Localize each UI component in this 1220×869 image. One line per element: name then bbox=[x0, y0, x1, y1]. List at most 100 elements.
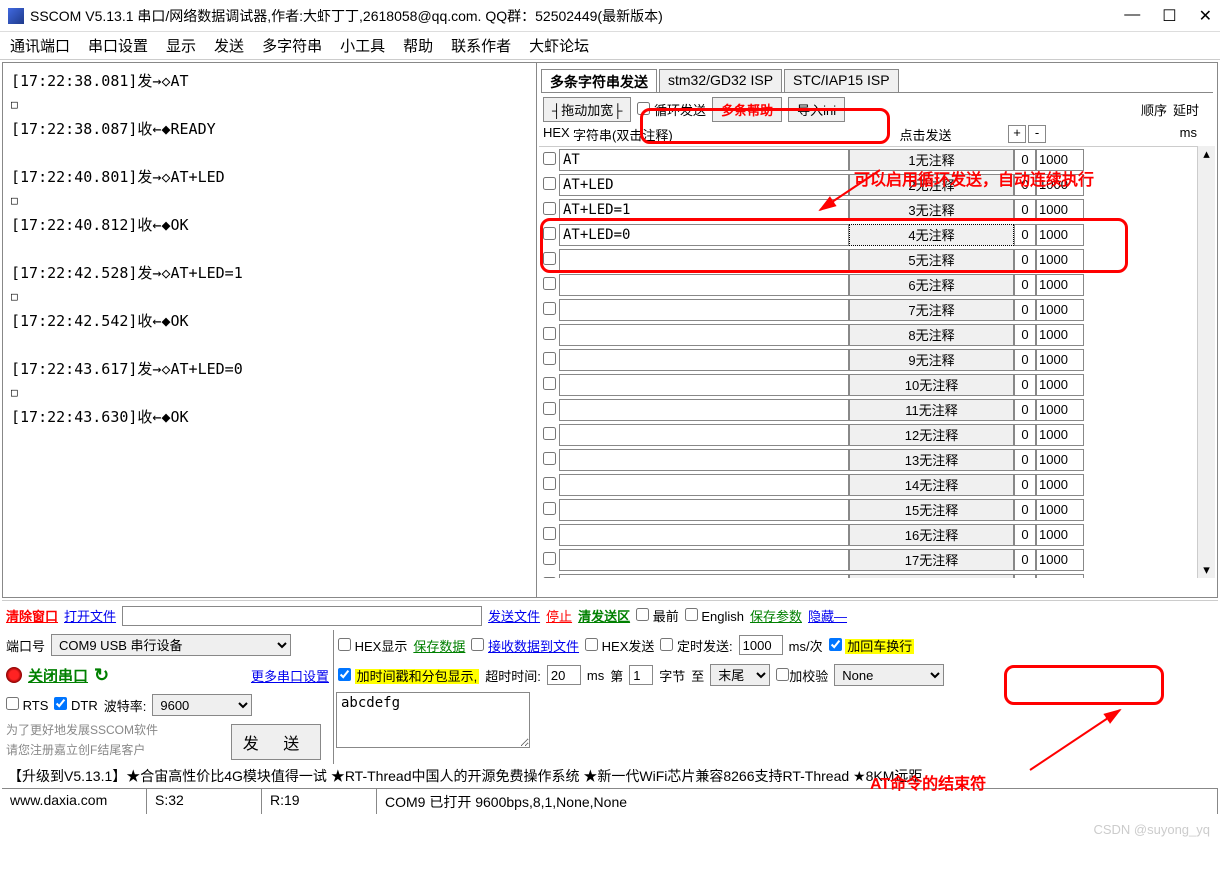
minimize-button[interactable]: — bbox=[1124, 6, 1140, 26]
menu-帮助[interactable]: 帮助 bbox=[403, 35, 433, 56]
row-delay-input[interactable] bbox=[1036, 324, 1084, 346]
row-hex-checkbox[interactable] bbox=[543, 577, 556, 579]
row-count-input[interactable] bbox=[1014, 474, 1036, 496]
send-button[interactable]: 发 送 bbox=[231, 724, 321, 760]
send-content-input[interactable]: abcdefg bbox=[336, 692, 530, 748]
row-hex-checkbox[interactable] bbox=[543, 302, 556, 315]
english-checkbox[interactable]: English bbox=[685, 608, 744, 624]
row-command-input[interactable] bbox=[559, 474, 849, 496]
end-select[interactable]: 末尾 bbox=[710, 664, 770, 686]
tab-2[interactable]: STC/IAP15 ISP bbox=[784, 69, 898, 92]
file-path-input[interactable] bbox=[122, 606, 482, 626]
row-send-button[interactable]: 1无注释 bbox=[849, 149, 1014, 171]
hex-send-checkbox[interactable]: HEX发送 bbox=[585, 636, 654, 655]
row-count-input[interactable] bbox=[1014, 199, 1036, 221]
row-delay-input[interactable] bbox=[1036, 399, 1084, 421]
row-command-input[interactable] bbox=[559, 149, 849, 171]
row-send-button[interactable]: 8无注释 bbox=[849, 324, 1014, 346]
row-command-input[interactable] bbox=[559, 299, 849, 321]
row-hex-checkbox[interactable] bbox=[543, 502, 556, 515]
row-count-input[interactable] bbox=[1014, 149, 1036, 171]
row-command-input[interactable] bbox=[559, 324, 849, 346]
row-count-input[interactable] bbox=[1014, 224, 1036, 246]
menu-大虾论坛[interactable]: 大虾论坛 bbox=[529, 35, 589, 56]
timeout-input[interactable] bbox=[547, 665, 581, 685]
row-delay-input[interactable] bbox=[1036, 574, 1084, 579]
row-delay-input[interactable] bbox=[1036, 274, 1084, 296]
row-count-input[interactable] bbox=[1014, 524, 1036, 546]
topmost-checkbox[interactable]: 最前 bbox=[636, 606, 679, 625]
row-hex-checkbox[interactable] bbox=[543, 202, 556, 215]
menu-多字符串[interactable]: 多字符串 bbox=[262, 35, 322, 56]
row-hex-checkbox[interactable] bbox=[543, 327, 556, 340]
menu-显示[interactable]: 显示 bbox=[166, 35, 196, 56]
row-command-input[interactable] bbox=[559, 424, 849, 446]
row-count-input[interactable] bbox=[1014, 349, 1036, 371]
row-send-button[interactable]: 10无注释 bbox=[849, 374, 1014, 396]
row-delay-input[interactable] bbox=[1036, 424, 1084, 446]
row-command-input[interactable] bbox=[559, 449, 849, 471]
row-hex-checkbox[interactable] bbox=[543, 427, 556, 440]
row-send-button[interactable]: 18无注释 bbox=[849, 574, 1014, 579]
clear-window-button[interactable]: 清除窗口 bbox=[6, 606, 58, 625]
row-delay-input[interactable] bbox=[1036, 149, 1084, 171]
row-count-input[interactable] bbox=[1014, 174, 1036, 196]
check-type-select[interactable]: None bbox=[834, 664, 944, 686]
port-select[interactable]: COM9 USB 串行设备 bbox=[51, 634, 291, 656]
row-send-button[interactable]: 11无注释 bbox=[849, 399, 1014, 421]
row-send-button[interactable]: 13无注释 bbox=[849, 449, 1014, 471]
row-send-button[interactable]: 4无注释 bbox=[849, 224, 1014, 246]
menu-联系作者[interactable]: 联系作者 bbox=[451, 35, 511, 56]
loop-send-checkbox[interactable]: 循环发送 bbox=[637, 100, 706, 119]
row-send-button[interactable]: 15无注释 bbox=[849, 499, 1014, 521]
add-row-button[interactable]: + bbox=[1008, 125, 1026, 143]
more-port-settings-button[interactable]: 更多串口设置 bbox=[251, 666, 329, 685]
row-hex-checkbox[interactable] bbox=[543, 227, 556, 240]
row-send-button[interactable]: 16无注释 bbox=[849, 524, 1014, 546]
row-hex-checkbox[interactable] bbox=[543, 277, 556, 290]
row-command-input[interactable] bbox=[559, 549, 849, 571]
recv-to-file-checkbox[interactable]: 接收数据到文件 bbox=[471, 636, 579, 655]
row-send-button[interactable]: 14无注释 bbox=[849, 474, 1014, 496]
rts-checkbox[interactable]: RTS bbox=[6, 697, 48, 713]
scrollbar[interactable]: ▴ ▾ bbox=[1197, 146, 1215, 578]
row-send-button[interactable]: 7无注释 bbox=[849, 299, 1014, 321]
row-command-input[interactable] bbox=[559, 274, 849, 296]
row-delay-input[interactable] bbox=[1036, 224, 1084, 246]
baud-select[interactable]: 9600 bbox=[152, 694, 252, 716]
row-command-input[interactable] bbox=[559, 374, 849, 396]
row-command-input[interactable] bbox=[559, 199, 849, 221]
row-hex-checkbox[interactable] bbox=[543, 252, 556, 265]
row-count-input[interactable] bbox=[1014, 274, 1036, 296]
row-count-input[interactable] bbox=[1014, 549, 1036, 571]
refresh-icon[interactable]: ↻ bbox=[94, 665, 109, 686]
row-delay-input[interactable] bbox=[1036, 549, 1084, 571]
row-delay-input[interactable] bbox=[1036, 524, 1084, 546]
row-hex-checkbox[interactable] bbox=[543, 377, 556, 390]
row-send-button[interactable]: 17无注释 bbox=[849, 549, 1014, 571]
nth-byte-input[interactable] bbox=[629, 665, 653, 685]
row-send-button[interactable]: 3无注释 bbox=[849, 199, 1014, 221]
scroll-down-icon[interactable]: ▾ bbox=[1203, 562, 1210, 578]
row-hex-checkbox[interactable] bbox=[543, 477, 556, 490]
row-command-input[interactable] bbox=[559, 524, 849, 546]
row-count-input[interactable] bbox=[1014, 374, 1036, 396]
row-count-input[interactable] bbox=[1014, 424, 1036, 446]
row-command-input[interactable] bbox=[559, 574, 849, 579]
row-command-input[interactable] bbox=[559, 224, 849, 246]
tab-1[interactable]: stm32/GD32 ISP bbox=[659, 69, 782, 92]
row-hex-checkbox[interactable] bbox=[543, 402, 556, 415]
row-command-input[interactable] bbox=[559, 399, 849, 421]
save-data-button[interactable]: 保存数据 bbox=[413, 636, 465, 655]
timed-send-checkbox[interactable]: 定时发送: bbox=[660, 636, 732, 655]
crlf-checkbox[interactable]: 加回车换行 bbox=[829, 636, 915, 655]
row-command-input[interactable] bbox=[559, 249, 849, 271]
remove-row-button[interactable]: - bbox=[1028, 125, 1046, 143]
save-params-button[interactable]: 保存参数 bbox=[750, 606, 802, 625]
row-delay-input[interactable] bbox=[1036, 349, 1084, 371]
row-send-button[interactable]: 5无注释 bbox=[849, 249, 1014, 271]
row-delay-input[interactable] bbox=[1036, 449, 1084, 471]
stop-button[interactable]: 停止 bbox=[546, 606, 572, 625]
add-check-checkbox[interactable]: 加校验 bbox=[776, 666, 828, 685]
row-send-button[interactable]: 12无注释 bbox=[849, 424, 1014, 446]
